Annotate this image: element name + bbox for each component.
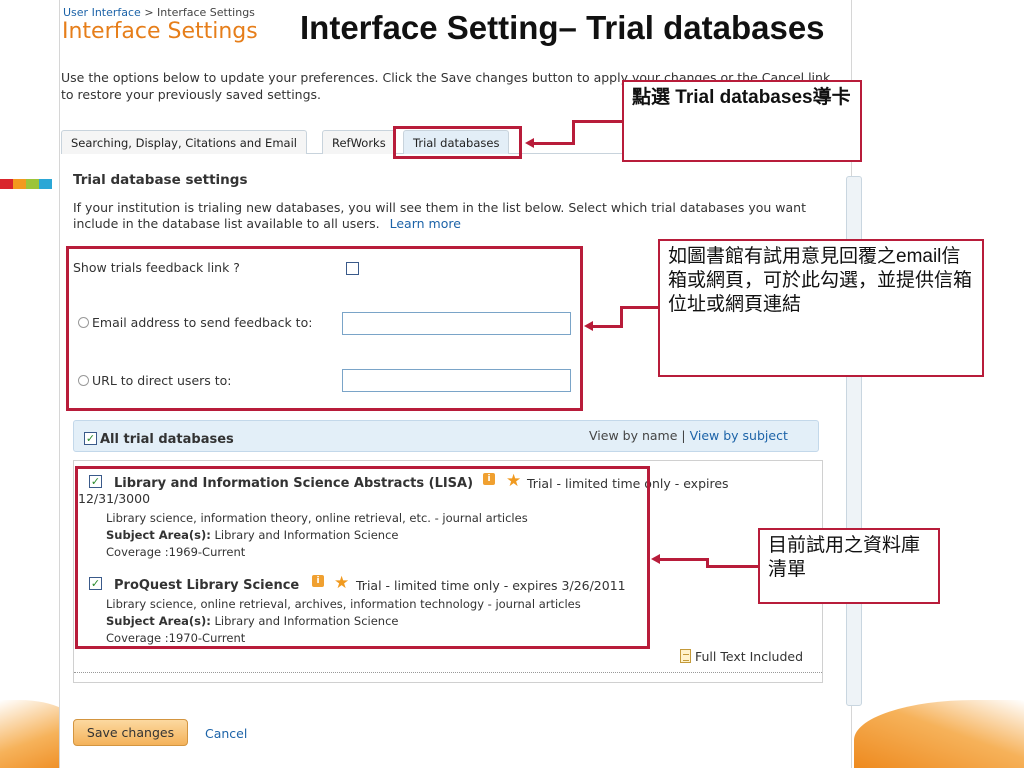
page-heading: Interface Settings	[62, 19, 258, 44]
view-by-subject-link[interactable]: View by subject	[690, 428, 788, 443]
breadcrumb-separator: >	[144, 6, 154, 19]
highlight-database-list	[75, 466, 650, 649]
connector-line	[620, 306, 658, 309]
callout-trial-tab: 點選 Trial databases導卡	[622, 80, 862, 162]
save-changes-button[interactable]: Save changes	[73, 719, 188, 746]
view-by-separator: |	[681, 428, 686, 443]
connector-line	[660, 558, 709, 561]
breadcrumb: User Interface > Interface Settings	[63, 6, 255, 19]
full-text-label: Full Text Included	[695, 649, 804, 664]
callout-feedback: 如圖書館有試用意見回覆之email信箱或網頁，可於此勾選，並提供信箱位址或網頁連…	[658, 239, 984, 377]
highlight-trial-tab	[393, 126, 522, 159]
connector-line	[572, 120, 622, 123]
learn-more-link[interactable]: Learn more	[390, 216, 461, 231]
tab-searching-display[interactable]: Searching, Display, Citations and Email	[61, 130, 307, 154]
arrow-left-icon	[584, 321, 593, 331]
all-trials-checkbox[interactable]: ✓	[84, 432, 97, 445]
section-title: Trial database settings	[73, 172, 248, 188]
view-by-name-link[interactable]: View by name	[589, 428, 677, 443]
full-text-legend: Full Text Included	[680, 649, 803, 664]
section-description: If your institution is trialing new data…	[73, 200, 843, 232]
connector-line	[706, 565, 758, 568]
connector-line	[534, 142, 575, 145]
highlight-feedback-form	[66, 246, 583, 411]
list-divider	[74, 672, 822, 673]
cancel-link[interactable]: Cancel	[205, 726, 247, 741]
breadcrumb-parent-link[interactable]: User Interface	[63, 6, 141, 19]
arrow-left-icon	[525, 138, 534, 148]
color-strip	[0, 179, 52, 189]
arrow-left-icon	[651, 554, 660, 564]
callout-database-list: 目前試用之資料庫清單	[758, 528, 940, 604]
view-by-links: View by name | View by subject	[589, 428, 788, 443]
breadcrumb-current: Interface Settings	[157, 6, 255, 19]
background-wave-right	[854, 700, 1024, 768]
connector-line	[593, 325, 623, 328]
document-icon	[680, 649, 691, 663]
all-trials-label: All trial databases	[100, 432, 234, 447]
tab-refworks[interactable]: RefWorks	[322, 130, 396, 154]
slide-title: Interface Setting– Trial databases	[300, 9, 825, 46]
